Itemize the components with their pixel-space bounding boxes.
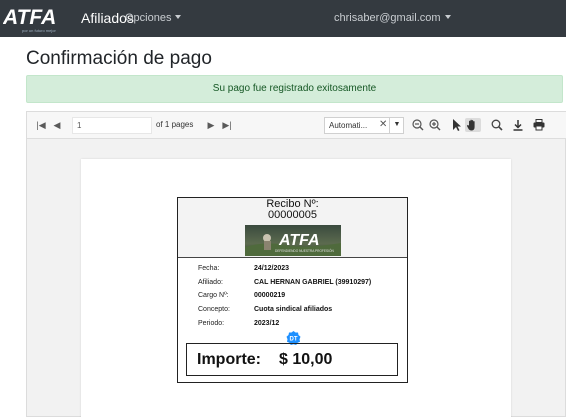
page-number-input[interactable]: 1	[72, 117, 152, 134]
svg-text:por un futuro mejor: por un futuro mejor	[22, 28, 56, 33]
svg-text:ATFA: ATFA	[278, 232, 320, 249]
receipt: Recibo Nº: 00000005 ATFA DEFENDIENDO NUE…	[177, 197, 408, 383]
hand-icon[interactable]	[465, 118, 481, 132]
chevron-down-icon	[175, 15, 182, 19]
last-page-icon[interactable]: ▶|	[221, 118, 233, 132]
field-label-fecha: Fecha:	[198, 265, 220, 272]
svg-text:ATFA: ATFA	[3, 6, 56, 29]
importe-label: Importe:	[197, 351, 261, 368]
zoom-dropdown-icon[interactable]: ▼	[389, 117, 404, 134]
pointer-icon[interactable]	[450, 118, 462, 132]
zoom-value: Automati...	[329, 121, 368, 130]
page-total: of 1 pages	[156, 120, 194, 129]
user-email: chrisaber@gmail.com	[334, 12, 441, 24]
chevron-down-icon	[444, 15, 451, 19]
pdf-toolbar: |◀ ◀ 1 of 1 pages ▶ ▶| Automati... ✕ ▼	[27, 112, 566, 139]
field-value-afiliado: CAL HERNAN GABRIEL (39910297)	[254, 279, 372, 286]
options-menu[interactable]: Opciones	[125, 12, 182, 24]
field-value-periodo: 2023/12	[254, 320, 280, 327]
importe-box: Importe: $ 10,00	[186, 343, 398, 376]
field-label-afiliado: Afiliado:	[198, 279, 223, 286]
field-label-periodo: Periodo:	[198, 320, 225, 327]
field-value-cargo: 00000219	[254, 292, 286, 299]
download-icon[interactable]	[511, 118, 525, 132]
success-alert: Su pago fue registrado exitosamente	[26, 75, 563, 103]
page-title: Confirmación de pago	[26, 48, 212, 69]
atfa-logo[interactable]: ATFA por un futuro mejor	[3, 3, 73, 34]
svg-text:DEFENDIENDO NUESTRA PROFESIÓN: DEFENDIENDO NUESTRA PROFESIÓN	[275, 248, 334, 253]
field-value-fecha: 24/12/2023	[254, 265, 290, 272]
zoom-in-icon[interactable]	[428, 118, 442, 132]
receipt-number: 00000005	[268, 209, 317, 221]
receipt-header: Recibo Nº: 00000005 ATFA DEFENDIENDO NUE…	[178, 198, 407, 258]
page-number-value: 1	[77, 121, 82, 130]
atfa-banner-image: ATFA DEFENDIENDO NUESTRA PROFESIÓN	[245, 225, 341, 256]
first-page-icon[interactable]: |◀	[35, 118, 47, 132]
importe-value: $ 10,00	[279, 351, 333, 368]
svg-text:DT: DT	[290, 337, 298, 343]
next-page-icon[interactable]: ▶	[205, 118, 217, 132]
navbar: ATFA por un futuro mejor Afiliados Opcio…	[0, 0, 566, 37]
zoom-out-icon[interactable]	[411, 118, 425, 132]
prev-page-icon[interactable]: ◀	[51, 118, 63, 132]
search-icon[interactable]	[490, 118, 504, 132]
print-icon[interactable]	[532, 118, 546, 132]
options-menu-label: Opciones	[125, 12, 172, 24]
clear-zoom-icon[interactable]: ✕	[379, 117, 387, 132]
field-label-cargo: Cargo Nº:	[198, 292, 229, 299]
alert-message: Su pago fue registrado exitosamente	[212, 83, 377, 94]
field-label-concepto: Concepto:	[198, 306, 230, 313]
user-menu[interactable]: chrisaber@gmail.com	[334, 12, 451, 24]
field-value-concepto: Cuota sindical afiliados	[254, 306, 333, 313]
